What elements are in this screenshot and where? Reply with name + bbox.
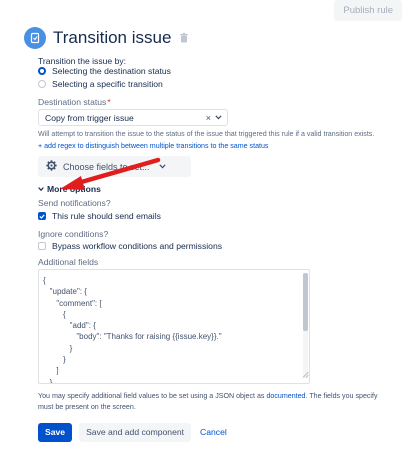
radio-label: Selecting a specific transition (52, 79, 163, 89)
send-emails-checkbox[interactable]: This rule should send emails (38, 211, 161, 221)
documented-link[interactable]: documented (266, 392, 305, 400)
textarea-scrollbar[interactable] (303, 273, 308, 378)
radio-destination-status[interactable]: Selecting the destination status (38, 66, 171, 76)
checkbox-unchecked[interactable] (38, 242, 46, 250)
chevron-down-icon[interactable] (215, 115, 222, 120)
select-value: Copy from trigger issue (45, 112, 134, 123)
save-and-add-component-button[interactable]: Save and add component (79, 423, 192, 442)
trash-icon[interactable] (180, 33, 189, 43)
scrollbar-thumb[interactable] (303, 273, 308, 331)
send-notifications-label: Send notifications? (38, 198, 111, 208)
choose-fields-button[interactable]: Choose fields to set... (38, 156, 191, 177)
transition-by-label: Transition the issue by: (38, 56, 127, 66)
ignore-conditions-label: Ignore conditions? (38, 229, 109, 239)
radio-unselected[interactable] (38, 80, 46, 88)
component-header: Transition issue (24, 25, 189, 51)
publish-rule-button[interactable]: Publish rule (334, 0, 402, 21)
choose-fields-label: Choose fields to set... (63, 161, 150, 172)
bypass-conditions-checkbox[interactable]: Bypass workflow conditions and permissio… (38, 241, 222, 251)
destination-help-text: Will attempt to transition the issue to … (38, 130, 375, 138)
more-options-label: More options (47, 184, 101, 194)
additional-fields-value: { "update": { "comment": [ { "add": { "b… (43, 276, 222, 384)
gear-icon (46, 160, 57, 173)
checkbox-label: Bypass workflow conditions and permissio… (52, 241, 223, 251)
more-options-toggle[interactable]: More options (38, 184, 101, 194)
clear-icon[interactable]: × (206, 113, 211, 123)
chevron-down-icon (158, 164, 166, 169)
destination-status-select[interactable]: Copy from trigger issue × (38, 109, 228, 126)
action-buttons: Save Save and add component Cancel (38, 423, 233, 442)
resize-handle-icon[interactable] (302, 365, 309, 383)
radio-selected[interactable] (38, 67, 46, 75)
chevron-down-icon (38, 187, 44, 191)
cancel-button[interactable]: Cancel (194, 423, 233, 442)
component-title: Transition issue (53, 28, 172, 47)
radio-label: Selecting the destination status (52, 66, 171, 76)
destination-status-label: Destination status* (38, 97, 111, 107)
checkbox-label: This rule should send emails (52, 211, 161, 221)
save-button[interactable]: Save (38, 423, 73, 442)
checkbox-checked[interactable] (38, 212, 46, 220)
additional-fields-note: You may specify additional field values … (38, 392, 378, 411)
additional-fields-label: Additional fields (38, 257, 99, 267)
transition-issue-icon (24, 27, 46, 49)
additional-fields-textarea[interactable]: { "update": { "comment": [ { "add": { "b… (38, 269, 310, 384)
required-mark: * (107, 97, 111, 107)
radio-specific-transition[interactable]: Selecting a specific transition (38, 79, 163, 89)
add-regex-link[interactable]: + add regex to distinguish between multi… (38, 142, 268, 150)
